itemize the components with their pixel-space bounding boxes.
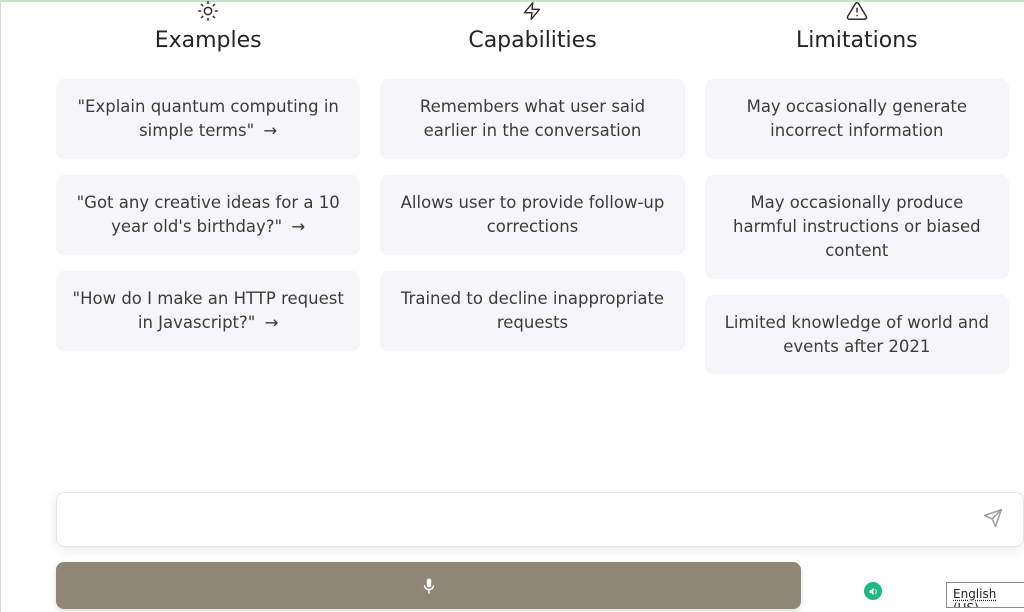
lightning-icon — [520, 2, 544, 20]
capability-1: Remembers what user said earlier in the … — [380, 79, 684, 159]
limitations-column: Limitations May occasionally generate in… — [705, 2, 1009, 374]
arrow-icon: → — [291, 215, 305, 239]
capability-2: Allows user to provide follow-up correct… — [380, 175, 684, 255]
example-prompt-1[interactable]: "Explain quantum computing in simple ter… — [56, 79, 360, 159]
arrow-icon: → — [265, 311, 279, 335]
capabilities-title: Capabilities — [468, 28, 596, 53]
examples-header: Examples — [155, 2, 262, 53]
intro-columns: Examples "Explain quantum computing in s… — [56, 2, 1009, 374]
examples-cards: "Explain quantum computing in simple ter… — [56, 79, 360, 351]
examples-title: Examples — [155, 28, 262, 53]
capability-3: Trained to decline inappropriate request… — [380, 271, 684, 351]
chat-input[interactable] — [73, 511, 979, 529]
language-selector[interactable]: English (US) — [946, 582, 1024, 608]
capabilities-column: Capabilities Remembers what user said ea… — [380, 2, 684, 374]
example-prompt-3-text: "How do I make an HTTP request in Javasc… — [73, 289, 344, 332]
warning-icon — [845, 2, 869, 20]
sun-icon — [196, 2, 220, 20]
voice-input-button[interactable] — [56, 562, 801, 609]
limitations-cards: May occasionally generate incorrect info… — [705, 79, 1009, 374]
example-prompt-2[interactable]: "Got any creative ideas for a 10 year ol… — [56, 175, 360, 255]
speaker-icon — [868, 586, 879, 597]
limitations-header: Limitations — [796, 2, 918, 53]
limitation-1: May occasionally generate incorrect info… — [705, 79, 1009, 159]
example-prompt-1-text: "Explain quantum computing in simple ter… — [77, 97, 338, 140]
limitation-2: May occasionally produce harmful instruc… — [705, 175, 1009, 279]
intro-panel: Examples "Explain quantum computing in s… — [56, 2, 1024, 374]
send-icon — [983, 508, 1003, 528]
arrow-icon: → — [263, 119, 277, 143]
language-label: English (US) — [953, 587, 996, 608]
audio-toggle[interactable] — [864, 582, 882, 600]
chat-input-container — [56, 492, 1024, 547]
capabilities-header: Capabilities — [468, 2, 596, 53]
send-button[interactable] — [979, 504, 1007, 535]
microphone-icon — [420, 577, 438, 595]
example-prompt-3[interactable]: "How do I make an HTTP request in Javasc… — [56, 271, 360, 351]
limitations-title: Limitations — [796, 28, 918, 53]
examples-column: Examples "Explain quantum computing in s… — [56, 2, 360, 374]
limitation-3: Limited knowledge of world and events af… — [705, 295, 1009, 375]
capabilities-cards: Remembers what user said earlier in the … — [380, 79, 684, 351]
